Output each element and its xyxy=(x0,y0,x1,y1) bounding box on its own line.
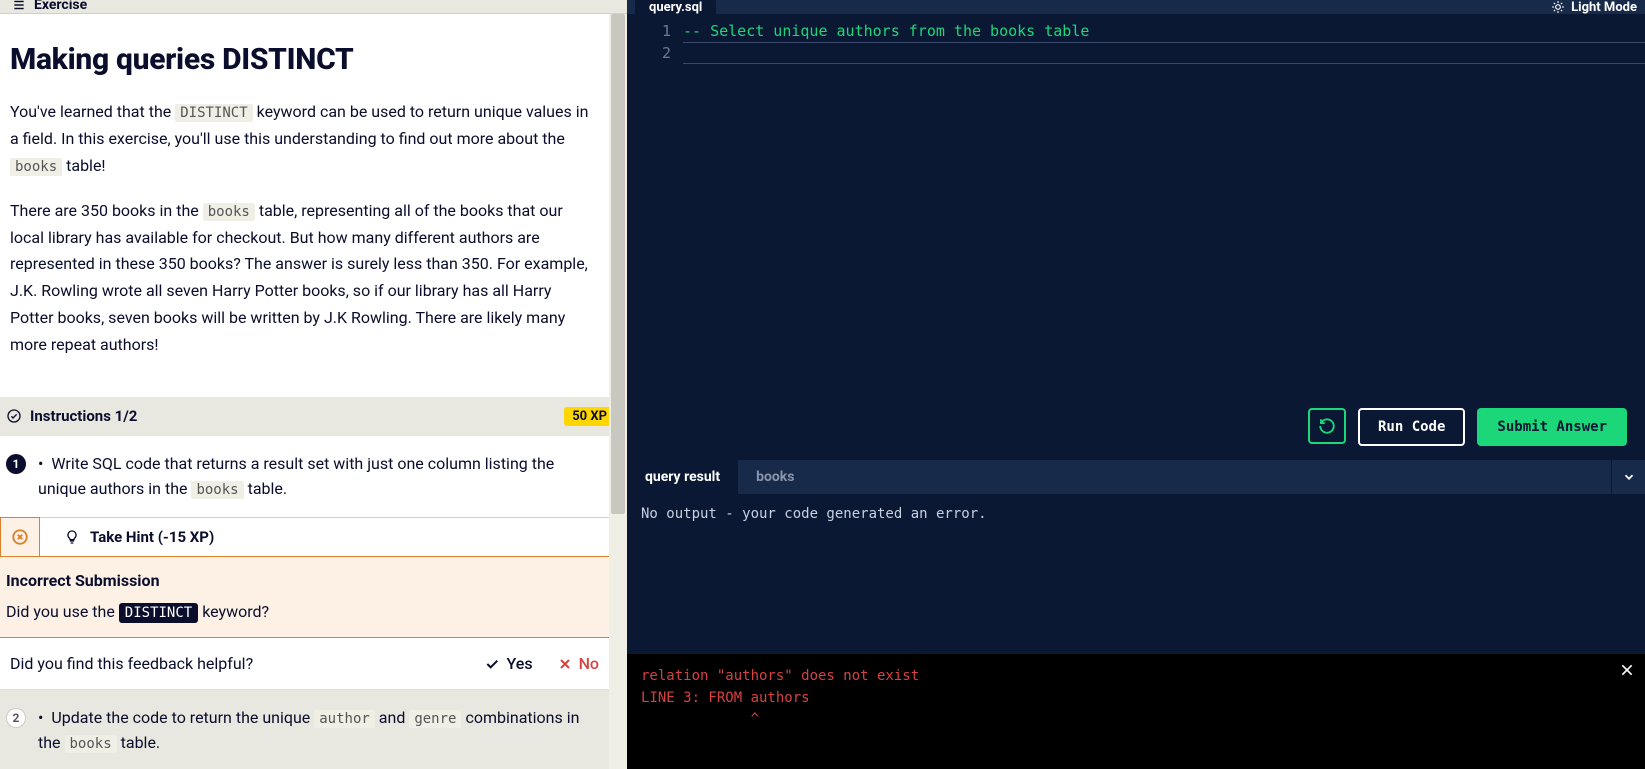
instruction-step-2: 2 • Update the code to return the unique… xyxy=(0,690,627,769)
code-editor[interactable]: 1 2 -- Select unique authors from the bo… xyxy=(627,14,1645,460)
bullet: • xyxy=(38,454,43,473)
code-comment: -- Select unique authors from the books … xyxy=(683,22,1089,40)
reset-button[interactable] xyxy=(1308,408,1346,444)
text: Did you use the xyxy=(6,602,119,621)
result-body: No output - your code generated an error… xyxy=(627,494,1645,654)
desc-para-1: You've learned that the DISTINCT keyword… xyxy=(10,99,593,180)
collapse-result-button[interactable] xyxy=(1611,460,1645,494)
tab-books[interactable]: books xyxy=(738,460,812,494)
xp-badge: 50 XP xyxy=(564,407,615,426)
feedback-text: Did you use the DISTINCT keyword? xyxy=(6,602,617,621)
check-circle-icon xyxy=(6,408,22,424)
feedback-helpful-row: Did you find this feedback helpful? Yes … xyxy=(0,638,627,690)
line-number: 2 xyxy=(627,42,671,64)
text: table. xyxy=(244,479,287,498)
left-scroll[interactable]: Making queries DISTINCT You've learned t… xyxy=(0,14,627,769)
instruction-step-1: 1 • Write SQL code that returns a result… xyxy=(0,436,627,518)
check-icon xyxy=(484,656,500,672)
yes-label: Yes xyxy=(506,654,532,673)
line-number: 1 xyxy=(627,20,671,42)
error-line: relation "authors" does not exist xyxy=(641,666,1631,688)
text: keyword? xyxy=(198,602,269,621)
feedback-box: Incorrect Submission Did you use the DIS… xyxy=(0,556,627,638)
hint-bar: Take Hint (-15 XP) xyxy=(0,517,627,556)
x-icon xyxy=(557,656,573,672)
editor-actions: Run Code Submit Answer xyxy=(1308,408,1627,446)
sun-icon xyxy=(1551,0,1565,14)
text: table! xyxy=(62,156,105,175)
file-tab[interactable]: query.sql xyxy=(635,0,716,14)
error-line: ^ xyxy=(641,709,1631,731)
code-genre: genre xyxy=(409,710,461,728)
lightbulb-icon xyxy=(64,529,80,545)
instructions-label: Instructions 1/2 xyxy=(30,407,137,425)
exercise-label: Exercise xyxy=(34,0,87,13)
text: Write SQL code that returns a result set… xyxy=(38,454,554,498)
scrollbar-thumb[interactable] xyxy=(611,14,625,514)
error-line: LINE 3: FROM authors xyxy=(641,688,1631,710)
step-number-2: 2 xyxy=(6,708,26,728)
code-distinct-hl: DISTINCT xyxy=(119,603,198,623)
text: table. xyxy=(117,733,160,752)
exercise-header: Exercise xyxy=(0,0,627,14)
no-output-text: No output - your code generated an error… xyxy=(641,506,987,522)
text: table, representing all of the books tha… xyxy=(10,201,588,354)
helpful-question: Did you find this feedback helpful? xyxy=(10,654,253,673)
code-author: author xyxy=(314,710,375,728)
error-panel: relation "authors" does not exist LINE 3… xyxy=(627,654,1645,769)
text: and xyxy=(375,708,410,727)
editor-header: query.sql Light Mode xyxy=(627,0,1645,14)
bullet: • xyxy=(38,708,43,727)
feedback-heading: Incorrect Submission xyxy=(6,571,617,590)
code-line-current[interactable] xyxy=(683,42,1645,64)
page-title: Making queries DISTINCT xyxy=(10,42,593,77)
tab-query-result[interactable]: query result xyxy=(627,460,738,494)
list-icon xyxy=(12,0,26,12)
feedback-no-button[interactable]: No xyxy=(557,654,599,673)
feedback-yes-button[interactable]: Yes xyxy=(484,654,532,673)
code-books: books xyxy=(10,158,62,176)
text: You've learned that the xyxy=(10,102,175,121)
hint-label: Take Hint (-15 XP) xyxy=(90,528,214,546)
scrollbar-track[interactable] xyxy=(609,14,627,769)
submit-answer-button[interactable]: Submit Answer xyxy=(1477,408,1627,446)
desc-para-2: There are 350 books in the books table, … xyxy=(10,198,593,359)
light-mode-toggle[interactable]: Light Mode xyxy=(1551,0,1637,14)
text: There are 350 books in the xyxy=(10,201,203,220)
take-hint-button[interactable]: Take Hint (-15 XP) xyxy=(40,517,627,556)
code-area[interactable]: -- Select unique authors from the books … xyxy=(683,14,1645,460)
code-distinct: DISTINCT xyxy=(175,104,252,122)
text: Update the code to return the unique xyxy=(51,708,314,727)
exercise-content: Making queries DISTINCT You've learned t… xyxy=(0,14,627,397)
step-number-1: 1 xyxy=(6,454,26,474)
code-books: books xyxy=(65,735,117,753)
run-code-button[interactable]: Run Code xyxy=(1358,408,1465,446)
close-error-button[interactable] xyxy=(1619,662,1635,678)
right-panel: query.sql Light Mode 1 2 -- Select uniqu… xyxy=(627,0,1645,769)
result-tabs: query result books xyxy=(627,460,1645,494)
code-books: books xyxy=(191,481,243,499)
close-feedback-button[interactable] xyxy=(0,517,40,556)
line-gutter: 1 2 xyxy=(627,14,683,460)
mode-label: Light Mode xyxy=(1571,0,1637,14)
instructions-bar: Instructions 1/2 50 XP xyxy=(0,397,627,436)
code-books: books xyxy=(203,203,255,221)
left-panel: Exercise Making queries DISTINCT You've … xyxy=(0,0,627,769)
no-label: No xyxy=(579,654,599,673)
